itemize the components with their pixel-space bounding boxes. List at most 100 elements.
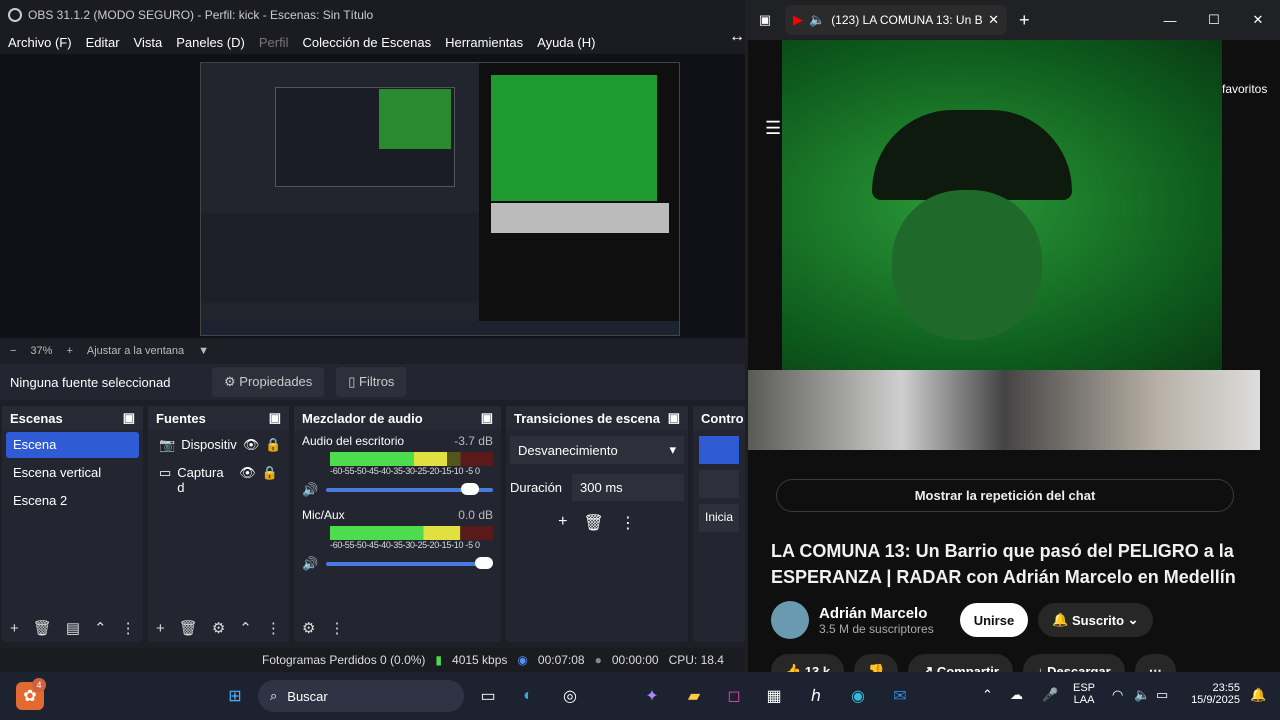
join-button[interactable]: Unirse (959, 603, 1029, 637)
menu-vista[interactable]: Vista (134, 35, 163, 50)
obs-icon[interactable]: ◎ (556, 682, 584, 710)
mic-icon[interactable]: 🎤 (1042, 687, 1058, 703)
zoom-dropdown-icon[interactable]: ▼ (198, 345, 209, 357)
fit-window-label[interactable]: Ajustar a la ventana (87, 345, 184, 357)
new-tab-icon[interactable]: + (1019, 10, 1030, 31)
menu-coleccion[interactable]: Colección de Escenas (302, 35, 431, 50)
source-item[interactable]: ▭ Captura d 👁 🔒 (152, 460, 285, 495)
copilot-icon[interactable]: ✦ (638, 682, 666, 710)
notification-badge: 4 (32, 678, 46, 692)
store-icon[interactable]: ▦ (760, 682, 788, 710)
lock-icon[interactable]: 🔒 (265, 437, 281, 453)
more-icon[interactable]: ⋮ (329, 619, 344, 637)
chevron-down-icon: ⌄ (1124, 612, 1139, 627)
chat-replay-button[interactable]: Mostrar la repetición del chat (776, 479, 1234, 512)
transitions-title: Transiciones de escena (514, 410, 660, 426)
favorites-label[interactable]: favoritos (1222, 82, 1267, 96)
resize-arrows-icon[interactable]: ↔ (729, 28, 745, 46)
trash-icon[interactable]: 🗑 (584, 513, 604, 533)
properties-button[interactable]: ⚙ Propiedades (212, 367, 325, 397)
lang-indicator[interactable]: ESP LAA (1073, 682, 1095, 706)
close-window-icon[interactable]: ✕ (1236, 12, 1280, 28)
volume-slider[interactable] (326, 483, 493, 495)
close-tab-icon[interactable]: ✕ (988, 12, 999, 28)
undock-icon[interactable]: ▣ (481, 410, 493, 426)
channel-db: -3.7 dB (454, 434, 493, 448)
instagram-icon[interactable]: ◻ (720, 682, 748, 710)
battery-icon[interactable]: ▭ (1156, 687, 1168, 703)
minimize-icon[interactable]: — (1148, 13, 1192, 28)
filters-button[interactable]: ▯ Filtros (336, 367, 407, 397)
zoom-out-button[interactable]: − (10, 345, 16, 357)
menu-archivo[interactable]: Archivo (F) (8, 35, 72, 50)
eye-icon[interactable]: 👁 (243, 437, 260, 453)
more-icon[interactable]: ⋮ (121, 619, 136, 637)
undock-icon[interactable]: ▣ (123, 410, 135, 426)
notification-icon[interactable]: 🔔 (1250, 687, 1266, 703)
menu-ayuda[interactable]: Ayuda (H) (537, 35, 595, 50)
gear-icon[interactable]: ⚙ (212, 619, 225, 637)
trash-icon[interactable]: 🗑 (33, 619, 52, 637)
transition-select[interactable]: Desvanecimiento ▾ (510, 436, 684, 464)
up-icon[interactable]: ⌃ (94, 619, 107, 637)
add-icon[interactable]: + (558, 513, 567, 533)
scene-item[interactable]: Escena (6, 432, 139, 458)
subscribed-button[interactable]: 🔔 Suscrito ⌄ (1038, 603, 1153, 637)
rec-icon: ◉ (517, 653, 528, 667)
eye-icon[interactable]: 👁 (239, 465, 256, 481)
filter-icon[interactable]: ▤ (66, 619, 80, 637)
volume-icon[interactable]: 🔊 (302, 556, 318, 572)
maximize-icon[interactable]: ☐ (1192, 12, 1236, 28)
volume-slider[interactable] (326, 557, 493, 569)
task-view-icon[interactable]: ▭ (474, 682, 502, 710)
volume-icon[interactable]: 🔊 (302, 482, 318, 498)
trash-icon[interactable]: 🗑 (179, 619, 198, 637)
browser-tab[interactable]: ▶ 🔈 (123) LA COMUNA 13: Un Ba ✕ (785, 5, 1007, 35)
transition-tools: + 🗑 ⋮ (506, 513, 688, 533)
outlook-icon[interactable]: ✉ (886, 682, 914, 710)
source-item[interactable]: 📷 Dispositiv 👁 🔒 (152, 432, 285, 458)
menu-perfil[interactable]: Perfil (259, 35, 289, 50)
add-icon[interactable]: + (156, 620, 165, 637)
onedrive-icon[interactable]: ☁ (1010, 687, 1023, 703)
cpu-usage: CPU: 18.4 (668, 653, 724, 667)
up-icon[interactable]: ⌃ (239, 619, 252, 637)
start-button[interactable]: Inicia (699, 504, 739, 532)
speaker-icon[interactable]: 🔈 (1134, 687, 1150, 703)
more-icon[interactable]: ⋮ (266, 619, 281, 637)
explorer-icon[interactable]: ▰ (680, 682, 708, 710)
tray-chevron-icon[interactable]: ⌃ (982, 687, 993, 703)
start-icon[interactable]: ⊞ (221, 682, 249, 710)
obs-titlebar: OBS 31.1.2 (MODO SEGURO) - Perfil: kick … (0, 0, 745, 30)
gear-icon[interactable]: ⚙ (302, 619, 315, 637)
bell-icon: 🔔 (1052, 612, 1072, 627)
stream-button[interactable] (699, 436, 739, 464)
undock-icon[interactable]: ▣ (269, 410, 281, 426)
hamburger-icon[interactable]: ☰ (765, 118, 781, 139)
channel-name[interactable]: Adrián Marcelo (819, 605, 934, 622)
duration-input[interactable]: 300 ms (572, 474, 684, 501)
scene-item[interactable]: Escena 2 (6, 488, 139, 514)
menu-paneles[interactable]: Paneles (D) (176, 35, 245, 50)
scene-item[interactable]: Escena vertical (6, 460, 139, 486)
search-box[interactable]: ⌕ Buscar (258, 680, 464, 712)
record-button[interactable] (699, 470, 739, 498)
edge-icon[interactable]: ◐ (514, 682, 542, 710)
wifi-icon[interactable]: ◠ (1112, 687, 1123, 703)
controls-title: Contro (701, 410, 744, 426)
youtube-icon: ▶ (793, 12, 803, 27)
zoom-in-button[interactable]: + (66, 345, 72, 357)
obs-statusbar: Fotogramas Perdidos 0 (0.0%) ▮ 4015 kbps … (0, 648, 745, 672)
menu-editar[interactable]: Editar (86, 35, 120, 50)
tab-actions-icon[interactable]: ▣ (745, 12, 785, 28)
add-icon[interactable]: + (10, 620, 19, 637)
avatar[interactable] (771, 601, 809, 639)
menu-herramientas[interactable]: Herramientas (445, 35, 523, 50)
stream-time: 00:00:00 (611, 653, 659, 667)
hp-icon[interactable]: ℎ (802, 682, 830, 710)
more-icon[interactable]: ⋮ (620, 513, 636, 533)
lock-icon[interactable]: 🔒 (262, 465, 278, 481)
undock-icon[interactable]: ▣ (668, 410, 680, 426)
app-icon[interactable]: ◉ (844, 682, 872, 710)
clock[interactable]: 23:55 15/9/2025 (1186, 682, 1240, 706)
